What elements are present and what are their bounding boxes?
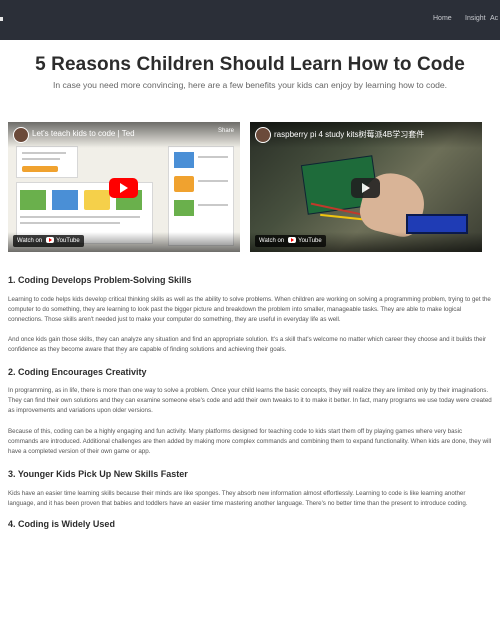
video-embed-ted[interactable]: Let's teach kids to code | Ted Share Wat… xyxy=(8,122,240,252)
youtube-logo-icon xyxy=(288,237,297,243)
section-heading: 3. Younger Kids Pick Up New Skills Faste… xyxy=(8,469,188,479)
section-paragraph: Kids have an easier time learning skills… xyxy=(8,490,468,507)
watch-on-youtube-button[interactable]: Watch on YouTube xyxy=(255,235,326,247)
video-title[interactable]: Let's teach kids to code | Ted xyxy=(32,129,135,138)
nav-insight-link[interactable]: Insight xyxy=(465,15,486,22)
section-heading: 2. Coding Encourages Creativity xyxy=(8,367,147,377)
site-logo[interactable] xyxy=(0,17,3,21)
section-paragraph: Learning to code helps kids develop crit… xyxy=(8,296,491,323)
play-button[interactable] xyxy=(351,178,380,198)
channel-avatar[interactable] xyxy=(13,127,29,143)
video-title[interactable]: raspberry pi 4 study kits树莓派4B学习套件 xyxy=(274,129,424,140)
play-icon xyxy=(362,183,370,193)
page-title: 5 Reasons Children Should Learn How to C… xyxy=(35,54,465,75)
share-label[interactable]: Share xyxy=(218,128,234,134)
nav-more-link[interactable]: Ac xyxy=(490,15,498,22)
section-paragraph: Because of this, coding can be a highly … xyxy=(8,428,492,455)
youtube-logo-icon xyxy=(46,237,55,243)
video-embed-raspberry-pi[interactable]: raspberry pi 4 study kits树莓派4B学习套件 Watch… xyxy=(250,122,482,252)
channel-avatar[interactable] xyxy=(255,127,271,143)
section-heading: 1. Coding Develops Problem-Solving Skill… xyxy=(8,275,192,285)
section-paragraph: And once kids gain those skills, they ca… xyxy=(8,336,487,353)
stray-mark: - xyxy=(121,351,123,357)
nav-home-link[interactable]: Home xyxy=(433,15,452,22)
watch-on-youtube-button[interactable]: Watch on YouTube xyxy=(13,235,84,247)
section-paragraph: In programming, as in life, there is mor… xyxy=(8,387,492,414)
top-navigation-bar: Home Insight Ac xyxy=(0,0,500,40)
play-icon xyxy=(120,183,128,193)
section-heading: 4. Coding is Widely Used xyxy=(8,519,115,529)
play-button[interactable] xyxy=(109,178,138,198)
page-subtitle: In case you need more convincing, here a… xyxy=(52,80,448,90)
